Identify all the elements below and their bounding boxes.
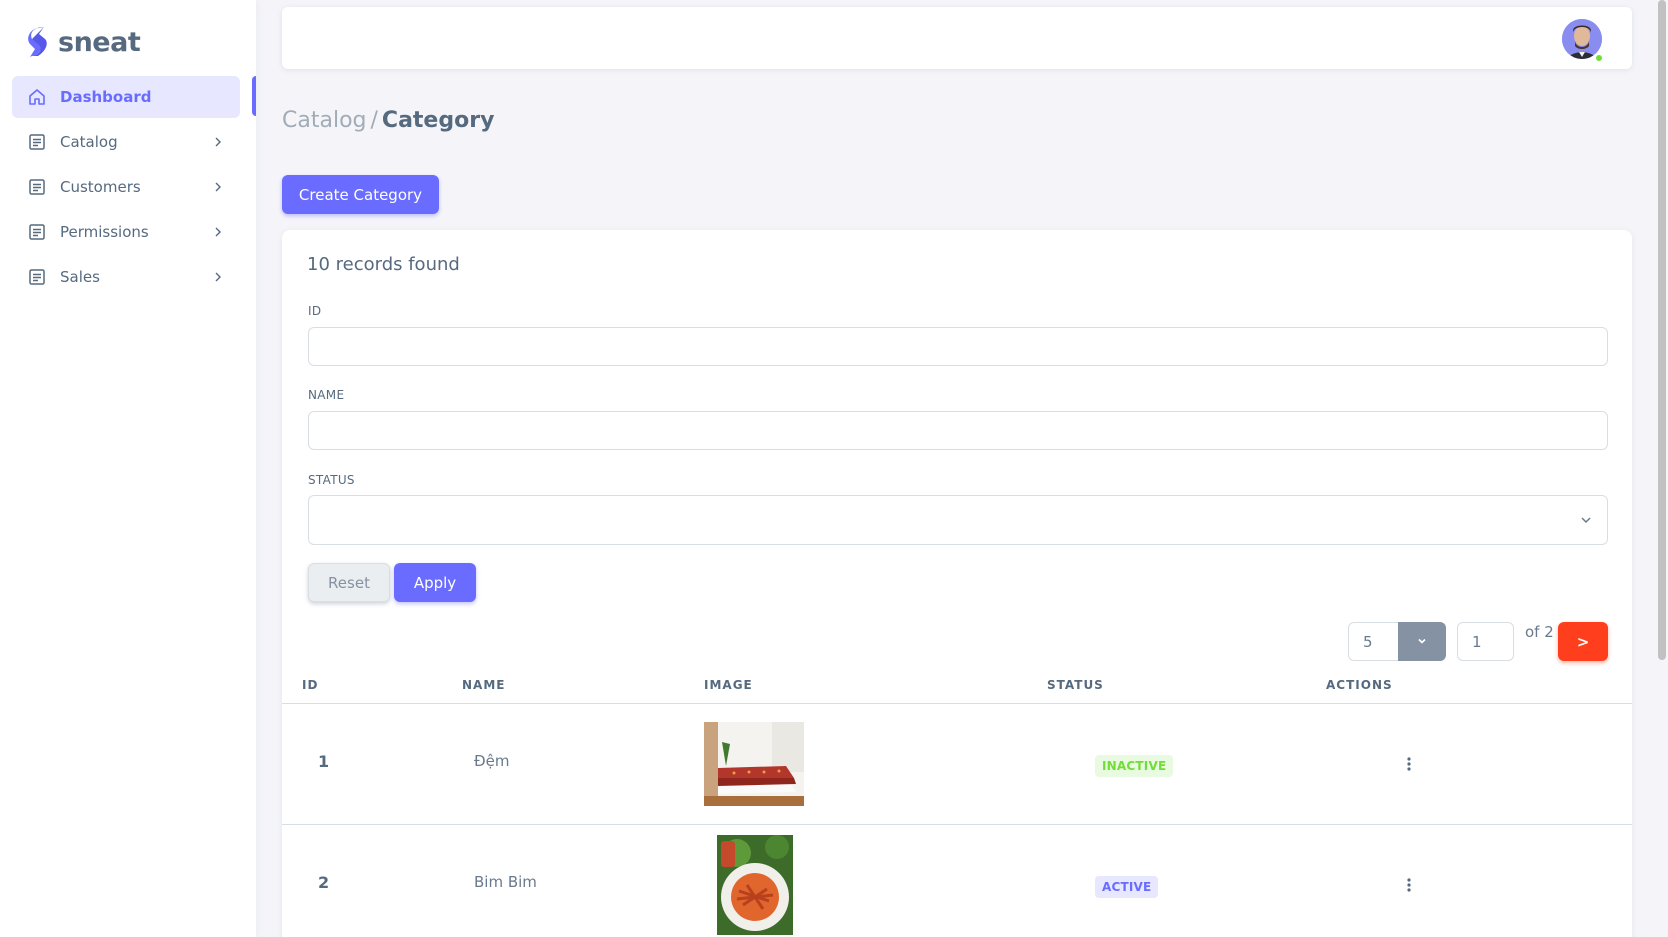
- chevron-down-icon: [1579, 513, 1593, 527]
- chevron-right-icon: [212, 181, 224, 193]
- page-number-input[interactable]: [1457, 622, 1514, 661]
- id-filter-label: ID: [308, 304, 322, 318]
- chevron-right-icon: [212, 271, 224, 283]
- list-icon: [28, 223, 46, 241]
- sidebar-item-label: Catalog: [60, 133, 118, 151]
- table-row: 1 Đệm INACTIVE: [282, 704, 1632, 825]
- breadcrumb-separator: /: [370, 108, 378, 133]
- sidebar-item-permissions[interactable]: Permissions: [12, 211, 240, 253]
- list-icon: [28, 178, 46, 196]
- breadcrumb: Catalog / Category: [282, 108, 494, 133]
- home-icon: [28, 88, 46, 106]
- chevron-down-icon: [1416, 632, 1428, 651]
- row-name: Đệm: [474, 752, 510, 770]
- create-category-button[interactable]: Create Category: [282, 175, 439, 214]
- status-filter-label: STATUS: [308, 473, 355, 487]
- per-page-select[interactable]: 5: [1348, 622, 1398, 661]
- table-row: 2 Bim Bim ACTIVE: [282, 825, 1632, 937]
- next-page-button[interactable]: >: [1558, 622, 1608, 661]
- name-filter-input[interactable]: [308, 411, 1608, 450]
- sidebar-item-label: Dashboard: [60, 88, 152, 106]
- row-id: 2: [318, 873, 330, 892]
- category-card: 10 records found ID NAME STATUS Reset Ap…: [282, 230, 1632, 937]
- sidebar-item-label: Sales: [60, 268, 100, 286]
- chevron-right-icon: [212, 226, 224, 238]
- sidebar-item-dashboard[interactable]: Dashboard: [12, 76, 240, 118]
- sidebar-item-catalog[interactable]: Catalog: [12, 121, 240, 163]
- snack-plate-photo: [717, 835, 793, 935]
- sneat-logo-icon: [26, 25, 50, 59]
- chevron-right-icon: [212, 136, 224, 148]
- sidebar: sneat Dashboard Catalog Customers Permis…: [0, 0, 256, 937]
- brand-name: sneat: [58, 26, 141, 58]
- column-header-actions: ACTIONS: [1326, 678, 1393, 692]
- breadcrumb-parent[interactable]: Catalog: [282, 108, 367, 133]
- row-name: Bim Bim: [474, 873, 537, 891]
- id-filter-input[interactable]: [308, 327, 1608, 366]
- more-actions-icon[interactable]: [1399, 875, 1419, 895]
- online-status-dot: [1594, 53, 1604, 63]
- records-count: 10 records found: [307, 254, 460, 275]
- per-page-value: 5: [1363, 632, 1373, 651]
- category-table: ID NAME IMAGE STATUS ACTIONS 1 Đệm INACT…: [282, 667, 1632, 937]
- brand[interactable]: sneat: [26, 22, 141, 62]
- reset-button[interactable]: Reset: [308, 563, 390, 602]
- sidebar-item-customers[interactable]: Customers: [12, 166, 240, 208]
- row-id: 1: [318, 752, 330, 771]
- column-header-name[interactable]: NAME: [462, 678, 505, 692]
- column-header-image: IMAGE: [704, 678, 753, 692]
- per-page-dropdown-toggle[interactable]: [1398, 622, 1446, 661]
- sidebar-menu: Dashboard Catalog Customers Permissions …: [12, 76, 240, 301]
- top-navbar: [282, 7, 1632, 69]
- active-indicator: [252, 76, 256, 116]
- page-title: Category: [381, 108, 495, 133]
- column-header-id[interactable]: ID: [302, 678, 318, 692]
- sidebar-item-label: Customers: [60, 178, 141, 196]
- sidebar-item-label: Permissions: [60, 223, 149, 241]
- table-header: ID NAME IMAGE STATUS ACTIONS: [282, 667, 1632, 704]
- more-actions-icon[interactable]: [1399, 754, 1419, 774]
- status-badge: INACTIVE: [1095, 755, 1174, 777]
- list-icon: [28, 268, 46, 286]
- page-scrollbar[interactable]: [1658, 0, 1666, 660]
- status-filter-select[interactable]: [308, 495, 1608, 545]
- page-total-text: of 2: [1525, 623, 1554, 641]
- column-header-status[interactable]: STATUS: [1047, 678, 1104, 692]
- status-badge: ACTIVE: [1095, 876, 1159, 898]
- sidebar-item-sales[interactable]: Sales: [12, 256, 240, 298]
- list-icon: [28, 133, 46, 151]
- apply-button[interactable]: Apply: [394, 563, 476, 602]
- mattress-photo: [704, 722, 804, 806]
- name-filter-label: NAME: [308, 388, 345, 402]
